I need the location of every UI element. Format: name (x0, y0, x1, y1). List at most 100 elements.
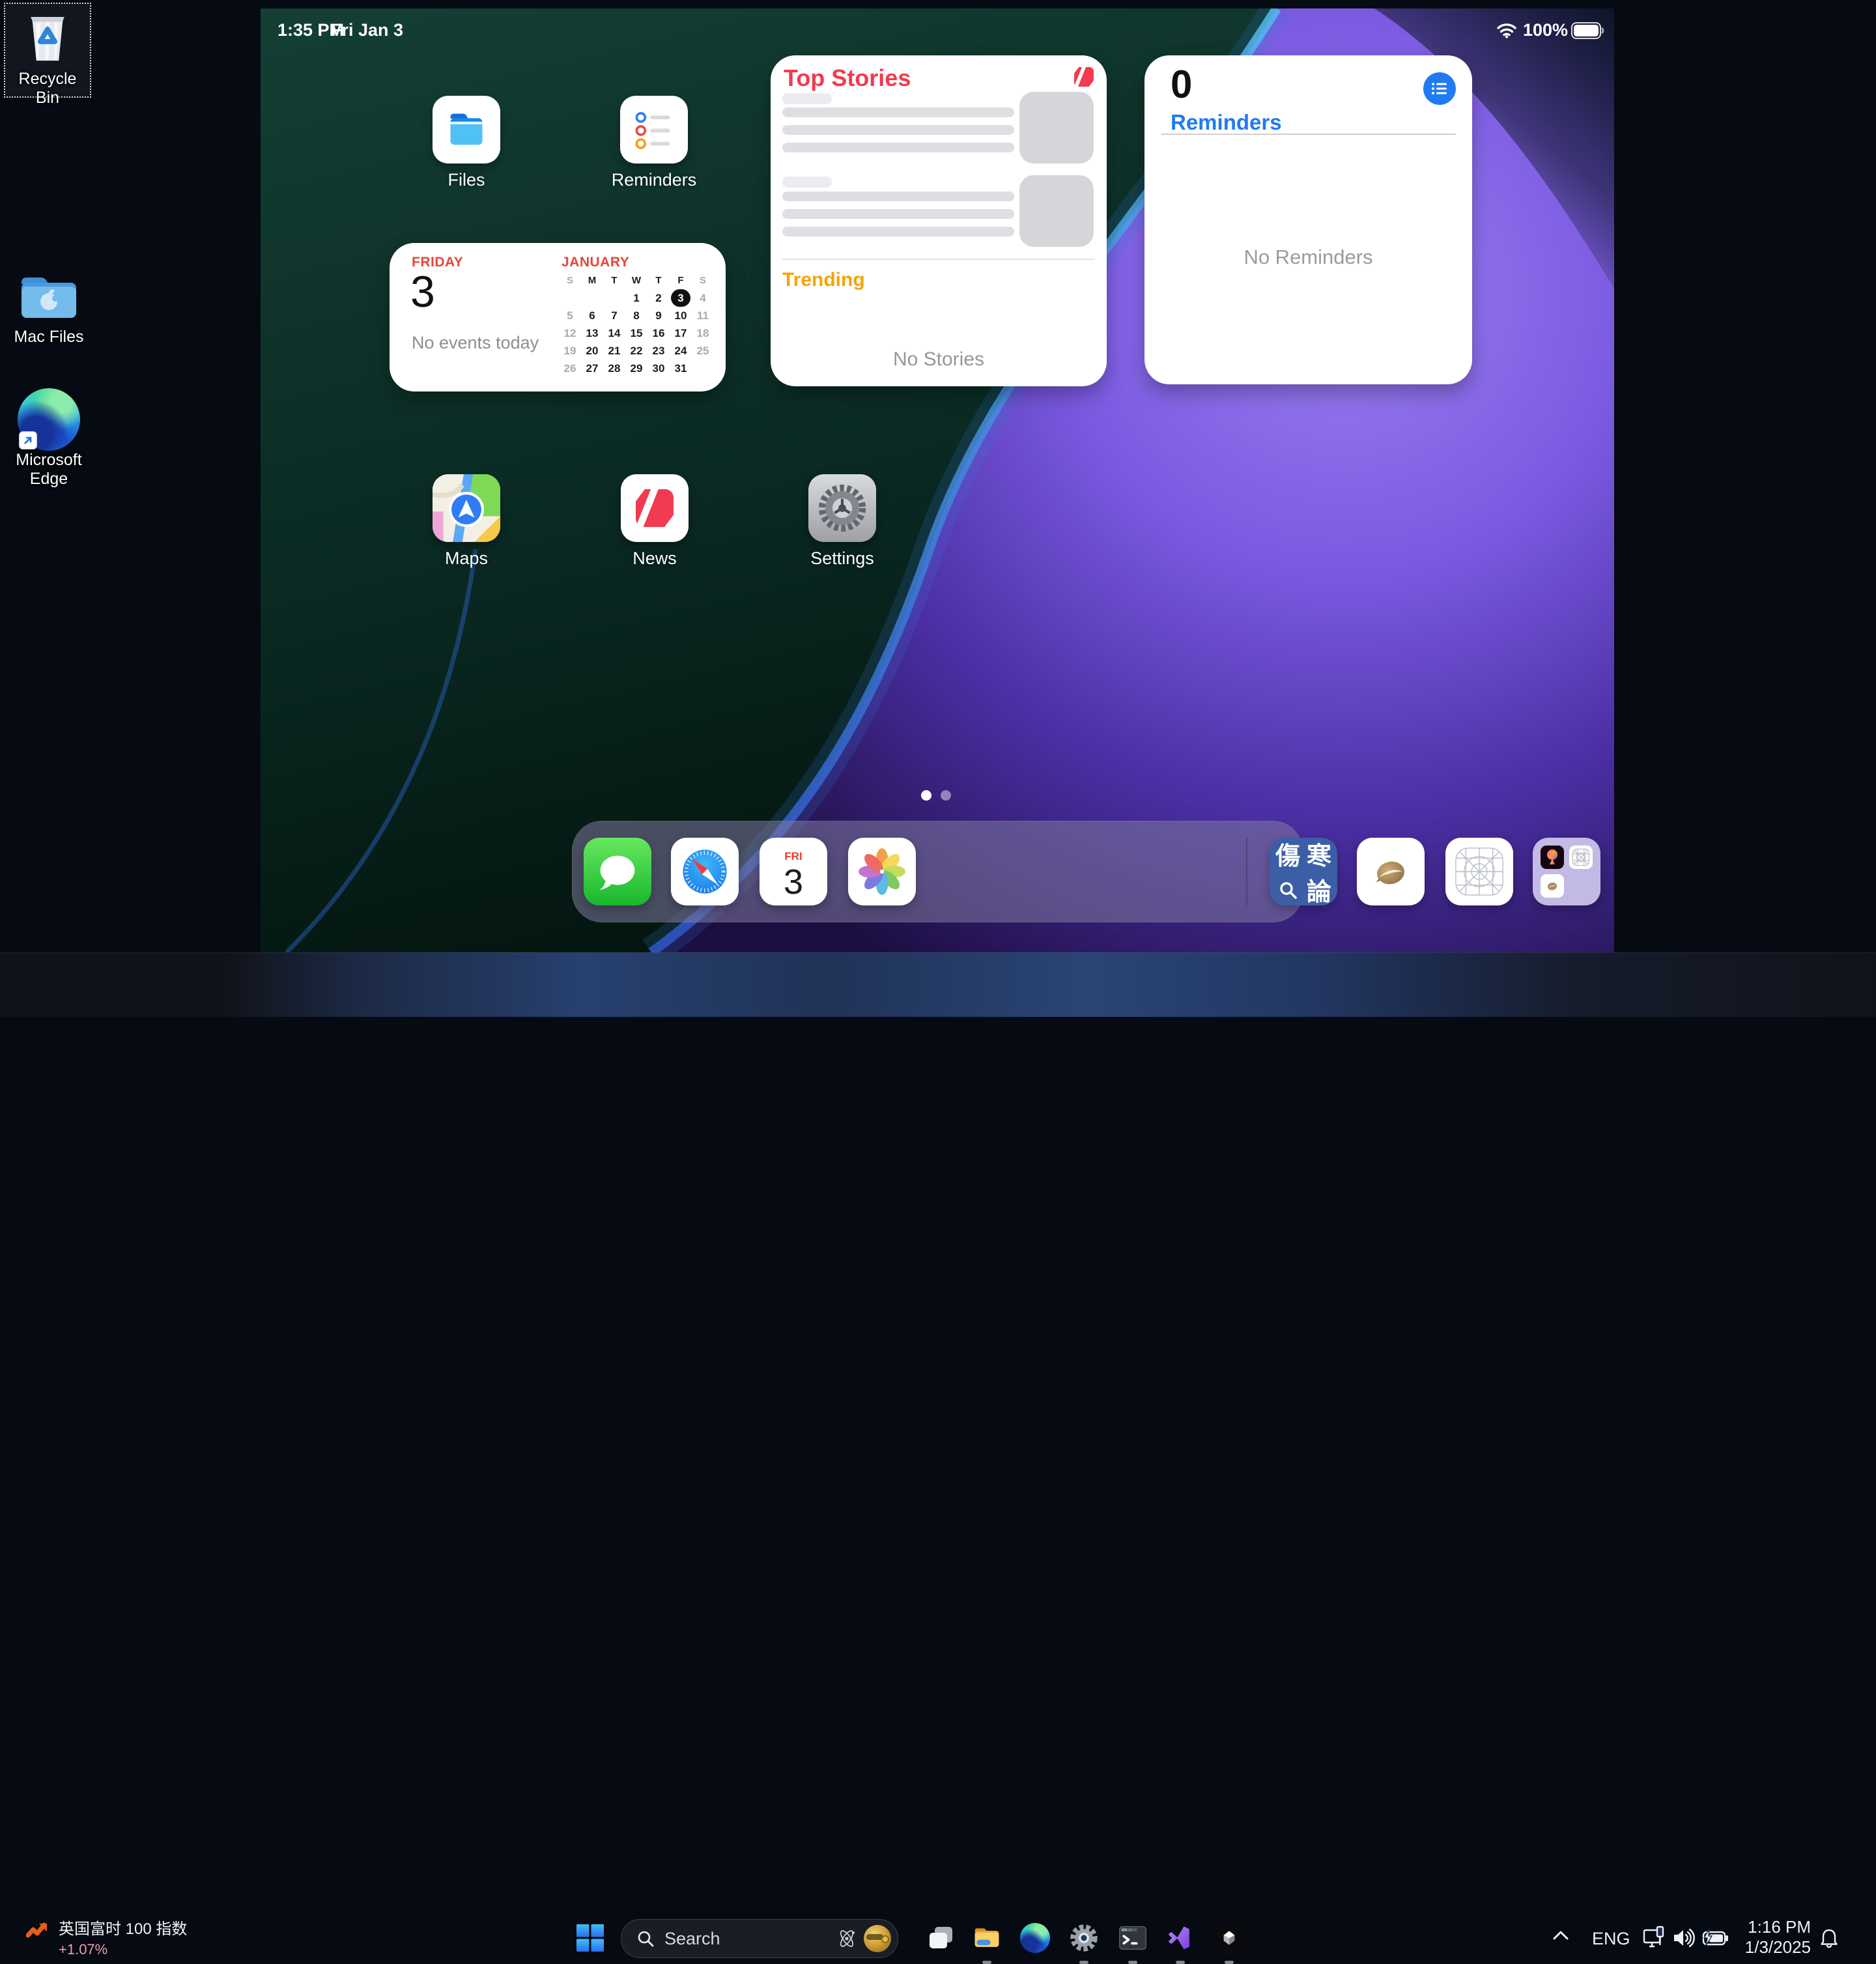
app-icon-files[interactable] (433, 96, 500, 164)
reminders-widget[interactable]: 0 Reminders No Reminders (1144, 55, 1472, 384)
folder-mini-app-nut (1541, 874, 1564, 898)
app-label-reminders: Reminders (582, 170, 726, 190)
dock-icon-nut-app[interactable] (1357, 838, 1425, 905)
dock-icon-calendar[interactable]: FRI 3 (760, 838, 827, 905)
dock-divider (1246, 838, 1247, 905)
calendar-widget[interactable]: FRIDAY 3 No events today JANUARY SMTWTFS… (390, 243, 726, 391)
calendar-day: 1 (627, 289, 646, 307)
files-folder-glyph (444, 111, 489, 149)
calendar-day: 21 (604, 342, 624, 360)
gem-app-button[interactable] (1214, 1923, 1244, 1953)
settings-taskbar-button[interactable] (1069, 1923, 1099, 1953)
dock-folder[interactable] (1533, 838, 1600, 905)
tray-clock[interactable]: 1:16 PM 1/3/2025 (1734, 1917, 1811, 1957)
dock-icon-photos[interactable] (848, 838, 916, 905)
calendar-day: 18 (693, 324, 713, 342)
dock-icon-safari[interactable] (671, 838, 739, 905)
calendar-day: 26 (560, 360, 580, 377)
running-indicator (1225, 1961, 1234, 1964)
story-placeholder (782, 227, 1014, 236)
taskbar-stock-widget[interactable]: 英国富时 100 指数 +1.07% (26, 1916, 187, 1958)
app-label-news: News (583, 548, 726, 569)
desktop-icon-microsoft-edge[interactable]: Microsoft Edge (0, 388, 98, 489)
calendar-day: 8 (627, 307, 646, 324)
notification-bell-button[interactable] (1819, 1928, 1840, 1950)
app-icon-settings[interactable] (808, 474, 876, 542)
calendar-day: 27 (582, 360, 602, 377)
gem-3d-icon (1219, 1928, 1239, 1948)
calendar-day: 31 (671, 360, 690, 377)
taskbar-search[interactable]: Search (621, 1919, 898, 1958)
news-widget[interactable]: Top Stories Trending No Stories (771, 55, 1107, 386)
search-highlight-atom-icon (835, 1927, 859, 1950)
calendar-day: 4 (693, 289, 713, 307)
dock-calendar-weekday: FRI (784, 850, 802, 863)
story-placeholder (782, 125, 1014, 135)
start-button[interactable] (573, 1921, 607, 1955)
file-explorer-button[interactable] (972, 1923, 1002, 1953)
messages-bubble-glyph (596, 851, 639, 892)
battery-charging-icon[interactable] (1701, 1928, 1730, 1948)
volume-icon[interactable] (1671, 1926, 1696, 1950)
story-image-placeholder (1019, 92, 1094, 164)
calendar-day: 5 (560, 307, 580, 324)
windows-taskbar: 英国富时 100 指数 +1.07% Search (0, 952, 1876, 1017)
tray-chevron-button[interactable] (1552, 1929, 1570, 1942)
running-indicator (1128, 1961, 1137, 1964)
file-explorer-icon (972, 1923, 1002, 1953)
running-indicator (982, 1961, 991, 1964)
terminal-button[interactable] (1118, 1923, 1148, 1953)
calendar-day (604, 289, 624, 307)
reminders-widget-empty: No Reminders (1144, 246, 1472, 269)
tray-language[interactable]: ENG (1592, 1929, 1630, 1949)
folder-mini-app-blueprint (1569, 846, 1593, 869)
calendar-day: 16 (649, 324, 668, 342)
search-highlight-avatar (864, 1925, 891, 1952)
shanghan-char-1: 傷 (1275, 838, 1300, 872)
story-placeholder (782, 177, 832, 188)
visual-studio-button[interactable] (1165, 1923, 1195, 1953)
folder-mini-app-balloon (1541, 846, 1564, 869)
page-dot[interactable] (941, 790, 951, 801)
cast-display-icon[interactable] (1642, 1925, 1668, 1951)
reminders-glyph (631, 106, 677, 153)
dock-icon-blueprint-app[interactable] (1445, 838, 1513, 905)
calendar-day: 28 (604, 360, 624, 377)
app-icon-news[interactable] (621, 474, 689, 542)
calendar-widget-day: 3 (410, 266, 435, 317)
tray-date: 1/3/2025 (1734, 1937, 1811, 1957)
news-logo-icon (1074, 67, 1094, 90)
calendar-day: 23 (649, 342, 668, 360)
stock-name: 英国富时 100 指数 (59, 1916, 187, 1939)
calendar-day-header: S (692, 272, 714, 289)
calendar-day: 9 (649, 307, 668, 324)
page-dot-active[interactable] (921, 790, 931, 801)
desktop-icon-mac-files[interactable]: Mac Files (0, 266, 98, 347)
calendar-day: 20 (582, 342, 602, 360)
task-view-button[interactable] (926, 1923, 956, 1953)
page-indicator[interactable] (921, 790, 951, 801)
reminders-widget-title: Reminders (1171, 110, 1282, 135)
edge-label: Microsoft Edge (0, 451, 98, 489)
mac-files-folder-icon (16, 266, 81, 328)
calendar-day-header: F (670, 272, 692, 289)
dock-calendar-day: 3 (784, 863, 803, 901)
battery-icon (1571, 22, 1605, 42)
tray-time: 1:16 PM (1734, 1917, 1811, 1937)
app-icon-maps[interactable] (433, 474, 500, 542)
dock-icon-shanghan-app[interactable]: 傷 寒 論 (1270, 838, 1337, 905)
edge-taskbar-button[interactable] (1020, 1923, 1050, 1953)
stock-change: +1.07% (59, 1941, 187, 1958)
desktop-icon-recycle-bin[interactable]: Recycle Bin (4, 3, 91, 98)
reminders-widget-count: 0 (1171, 62, 1192, 107)
app-icon-reminders[interactable] (620, 96, 688, 164)
calendar-day-header: W (625, 272, 647, 289)
calendar-day: 30 (649, 360, 668, 377)
calendar-day-header: T (647, 272, 670, 289)
stock-trend-icon (26, 1920, 48, 1945)
shortcut-arrow-badge (19, 431, 37, 449)
dock-icon-messages[interactable] (584, 838, 651, 905)
calendar-day: 2 (649, 289, 668, 307)
reminders-list-button[interactable] (1423, 72, 1456, 105)
wifi-icon (1497, 23, 1516, 42)
